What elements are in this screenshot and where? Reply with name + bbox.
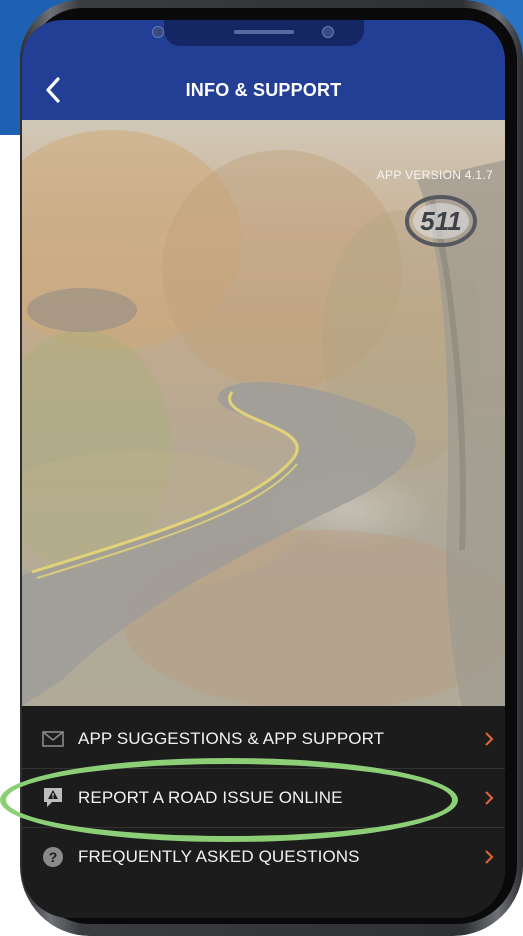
sensor-icon — [322, 26, 334, 38]
menu-item-label: APP SUGGESTIONS & APP SUPPORT — [78, 729, 385, 748]
speaker-icon — [233, 30, 294, 34]
svg-text:511: 511 — [420, 206, 461, 236]
chevron-left-icon — [46, 77, 60, 103]
camera-icon — [152, 26, 164, 38]
highlight-ring — [0, 758, 458, 842]
menu-item-label: FREQUENTLY ASKED QUESTIONS — [78, 847, 360, 866]
back-button[interactable] — [38, 74, 68, 106]
svg-text:?: ? — [49, 849, 58, 865]
envelope-icon — [42, 728, 64, 750]
app-header: INFO & SUPPORT — [22, 60, 505, 120]
status-bar — [22, 20, 505, 60]
chevron-right-icon — [481, 788, 497, 808]
page-title: INFO & SUPPORT — [185, 79, 342, 100]
question-icon: ? — [42, 846, 64, 868]
chevron-right-icon — [481, 729, 497, 749]
511-logo: 511 — [403, 188, 479, 248]
chevron-right-icon — [481, 847, 497, 867]
app-version-label: APP VERSION 4.1.7 — [376, 168, 493, 182]
